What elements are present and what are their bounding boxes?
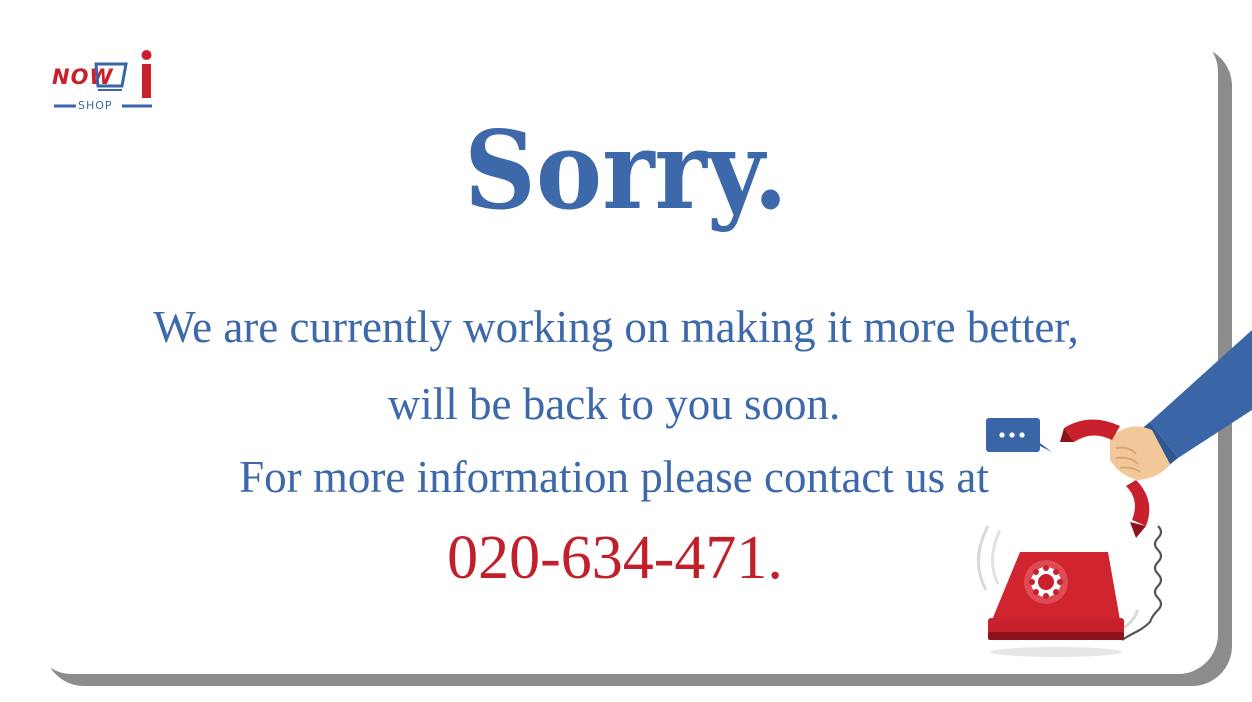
brand-shop-text: SHOP (78, 99, 113, 112)
error-page: NOW SHOP Sorry. We are currently working… (0, 0, 1252, 702)
brand-logo[interactable]: NOW SHOP (52, 50, 160, 118)
page-title: Sorry. (464, 108, 788, 234)
rotary-telephone-icon (976, 330, 1252, 657)
